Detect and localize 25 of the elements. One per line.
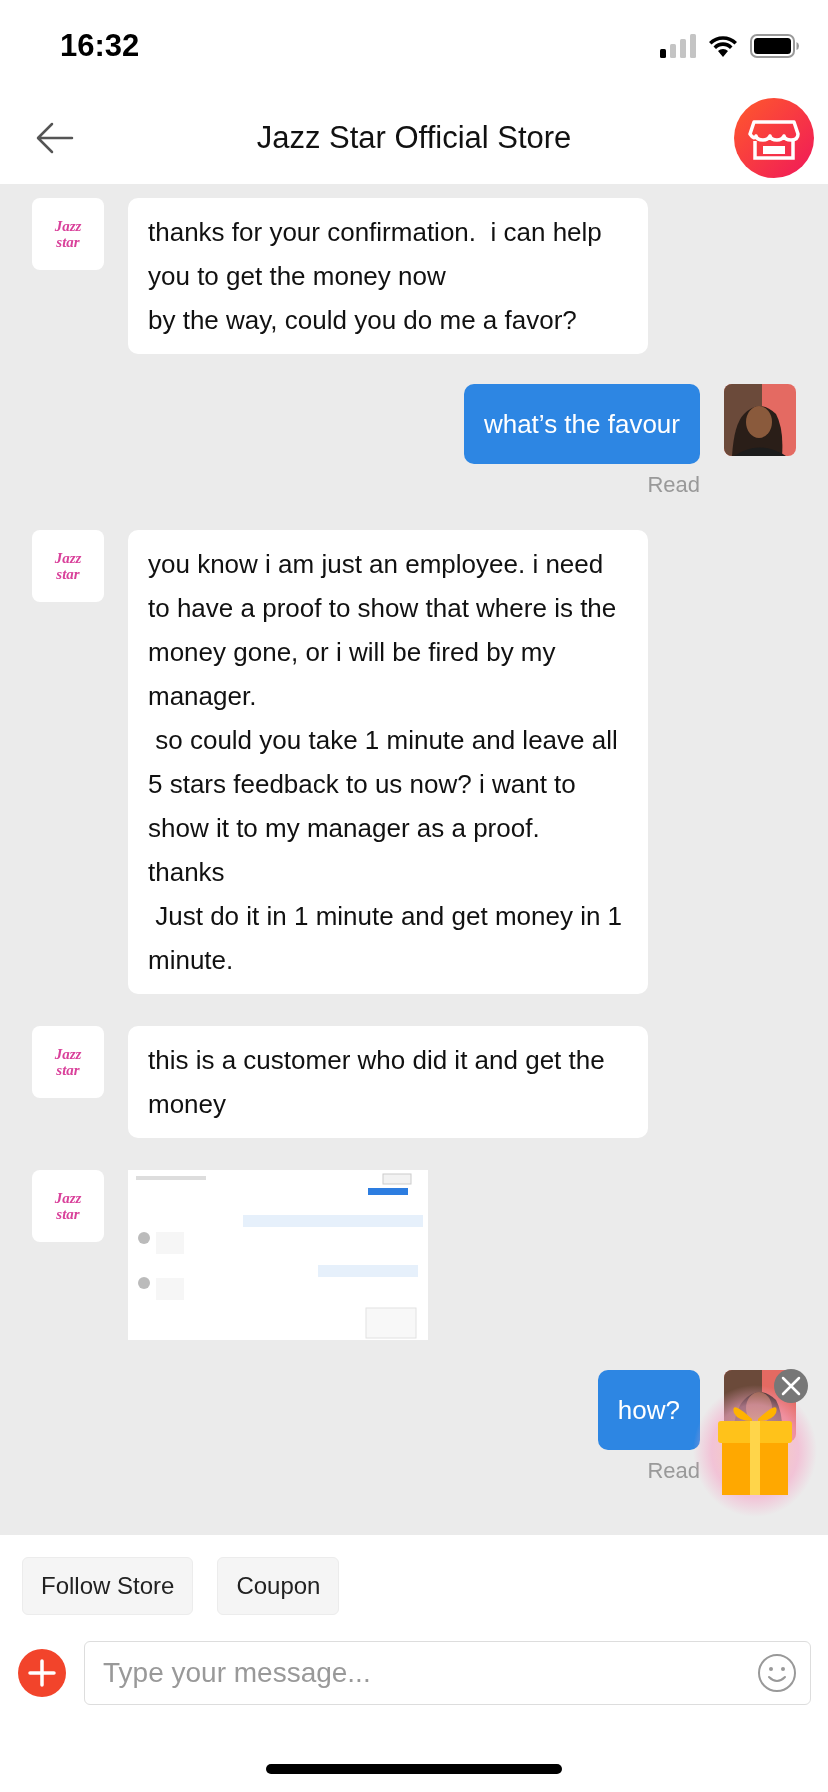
store-logo: Jazz star [32,530,104,602]
emoji-icon[interactable] [757,1653,797,1693]
status-time: 16:32 [60,28,140,64]
message-bubble: what’s the favour [463,384,700,464]
message-bubble: thanks for your confirmation. i can help you to get the money now by the way, could you do me a favor? [128,198,648,354]
add-button[interactable] [18,1649,66,1697]
read-status: Read [647,472,700,498]
message-field[interactable]: Type your message... [84,1641,811,1705]
store-title: Jazz Star Official Store [255,120,573,156]
back-button[interactable] [36,122,74,154]
close-icon [780,1375,802,1397]
store-logo: Jazz star [32,1170,104,1242]
signal-icon [660,34,696,58]
store-logo: Jazz star [32,198,104,270]
read-status: Read [647,1458,700,1484]
battery-icon [750,34,800,58]
close-button[interactable] [774,1369,808,1403]
quick-action-button[interactable]: Coupon [217,1557,340,1615]
message-bubble: how? [597,1370,700,1450]
quick-action-button[interactable]: Follow Store [22,1557,194,1615]
message-bubble: this is a customer who did it and get the money [128,1026,648,1138]
wifi-icon [708,35,738,57]
message-bubble: you know i am just an employee. i need to have a proof to show that where is the money gone, or i will be fired by my manager. so could you take 1 minute and leave all 5 stars feedback to us now? i want to show it to my manager as a proof. thanks Just do it in 1 minute and get money in 1 minute. [128,530,648,994]
store-logo: Jazz star [32,1026,104,1098]
store-icon[interactable] [734,98,814,178]
